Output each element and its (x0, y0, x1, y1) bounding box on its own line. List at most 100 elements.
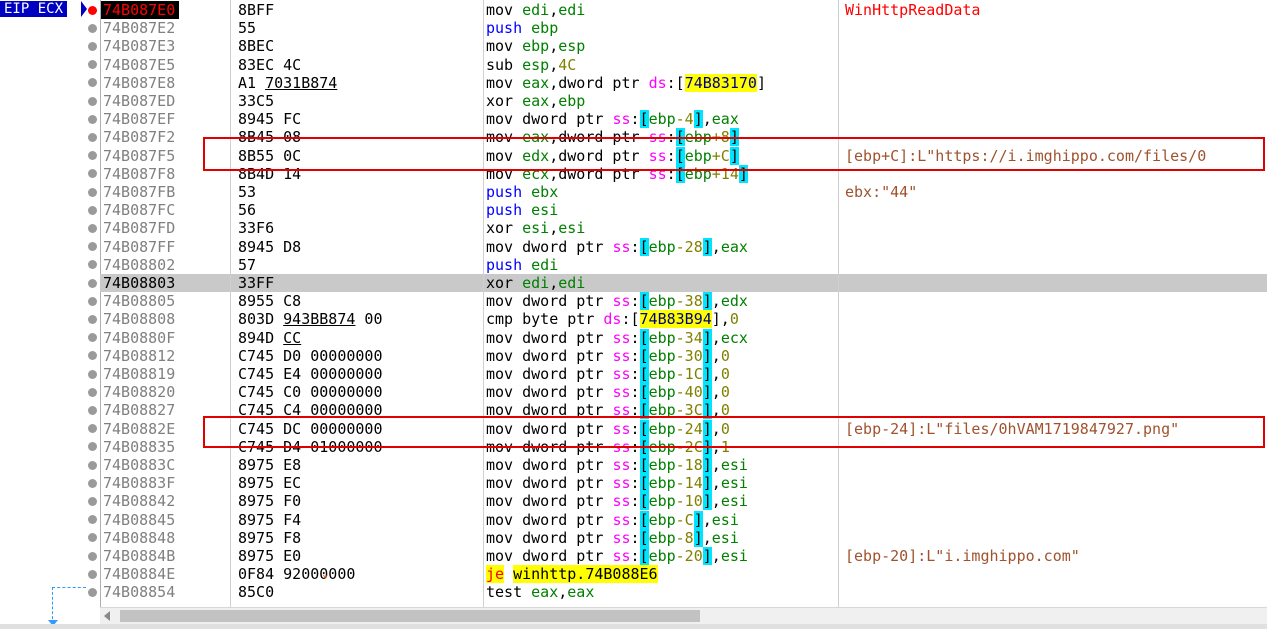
asm-token: : (630, 237, 640, 256)
disasm-row[interactable]: 74B087E0 8BFF mov edi,edi WinHttpReadData (100, 1, 1267, 20)
disasm-row[interactable]: 74B0883F 8975 EC mov dword ptr ss:[ebp-14]… (100, 474, 1267, 493)
disasm-row[interactable]: 74B087F2 8B45 08 mov eax,dword ptr ss:[ebp… (100, 128, 1267, 147)
disasm-row[interactable]: 74B08827 C745 C4 00000000 mov dword ptr ss… (100, 401, 1267, 420)
row-instruction: mov dword ptr ss:[ebp-C],esi (486, 510, 739, 529)
disasm-row[interactable]: 74B08803 33FF xor edi,edi (100, 274, 1267, 293)
asm-token: 0 (729, 310, 739, 329)
asm-token: ss (612, 474, 631, 493)
disasm-row[interactable]: 74B0883C 8975 E8 mov dword ptr ss:[ebp-18]… (100, 456, 1267, 474)
disasm-row[interactable]: 74B0880F 894D CC mov dword ptr ss:[ebp-34]… (100, 328, 1267, 347)
asm-token (513, 474, 522, 492)
row-instruction: xor edi,edi (486, 274, 585, 292)
disasm-row[interactable]: 74B08845 8975 F4 mov dword ptr ss:[ebp-C],… (100, 510, 1267, 529)
disasm-row[interactable]: 74B087E2 55 push ebp (100, 19, 1267, 37)
breakpoint-dot-icon[interactable] (88, 260, 97, 270)
breakpoint-dot-icon[interactable] (88, 114, 97, 124)
disasm-row[interactable]: 74B087ED 33C5 xor eax,ebp (100, 92, 1267, 110)
asm-token: winhttp.74B088E6 (513, 565, 658, 584)
row-instruction: xor esi,esi (486, 219, 585, 237)
breakpoint-dot-icon[interactable] (88, 169, 97, 179)
horizontal-scrollbar[interactable] (100, 607, 1267, 625)
disasm-row[interactable]: 74B08854 85C0 test eax,eax (100, 583, 1267, 601)
breakpoint-dot-icon[interactable] (88, 187, 97, 197)
breakpoint-dot-icon[interactable] (88, 333, 97, 343)
disasm-row[interactable]: 74B087FC 56 push esi (100, 201, 1267, 219)
asm-token: eax (522, 73, 550, 92)
disasm-row[interactable]: 74B08808 803D 943BB874 00 cmp byte ptr ds:… (100, 310, 1267, 329)
disasm-row[interactable]: 74B087E3 8BEC mov ebp,esp (100, 37, 1267, 55)
breakpoint-dot-icon[interactable] (88, 314, 97, 324)
breakpoint-dot-icon[interactable] (88, 587, 97, 597)
asm-token: ] (702, 492, 712, 511)
breakpoint-dot-icon[interactable] (88, 551, 97, 561)
breakpoint-dot-icon[interactable] (88, 151, 97, 161)
breakpoint-dot-icon[interactable] (88, 78, 97, 88)
asm-token: +8 (711, 128, 730, 147)
breakpoint-dot-icon[interactable] (88, 132, 97, 142)
breakpoint-dot-icon[interactable] (88, 23, 97, 33)
disasm-row[interactable]: 74B087FB 53 push ebx ebx:"44" (100, 183, 1267, 201)
disasm-row[interactable]: 74B087F8 8B4D 14 mov ecx,dword ptr ss:[ebp… (100, 164, 1267, 183)
breakpoint-dot-icon[interactable] (88, 242, 97, 252)
disasm-row[interactable]: 74B0884B 8975 E0 mov dword ptr ss:[ebp-20]… (100, 547, 1267, 565)
breakpoint-dot-icon[interactable] (88, 205, 97, 215)
breakpoint-dot-icon[interactable] (88, 424, 97, 434)
disasm-row[interactable]: 74B08820 C745 C0 00000000 mov dword ptr ss… (100, 383, 1267, 402)
breakpoint-dot-icon[interactable] (88, 278, 97, 288)
disasm-row[interactable]: 74B087F5 8B55 0C mov edx,dword ptr ss:[ebp… (100, 146, 1267, 165)
breakpoint-dot-icon[interactable] (88, 369, 97, 379)
breakpoint-dot-icon[interactable] (88, 533, 97, 543)
asm-token: 74B83B94 (639, 310, 712, 329)
breakpoint-dot-icon[interactable] (88, 478, 97, 488)
asm-token: -C (675, 510, 694, 529)
breakpoint-dot-icon[interactable] (88, 442, 97, 452)
breakpoint-dot-icon[interactable] (88, 569, 97, 579)
asm-token (513, 238, 522, 256)
asm-token: 74B83170 (684, 73, 757, 92)
disasm-row[interactable]: 74B087E8 A1 7031B874 mov eax,dword ptr ds:… (100, 73, 1267, 92)
breakpoint-dot-icon[interactable] (88, 405, 97, 415)
disasm-row[interactable]: 74B08805 8955 C8 mov dword ptr ss:[ebp-38]… (100, 292, 1267, 311)
scroll-left-arrow-icon[interactable] (104, 611, 110, 621)
asm-token: , (549, 146, 559, 165)
breakpoint-dot-icon[interactable] (88, 223, 97, 233)
disasm-row[interactable]: 74B087FF 8945 D8 mov dword ptr ss:[ebp-28]… (100, 237, 1267, 256)
asm-token (513, 329, 522, 347)
asm-token: ebp (648, 437, 676, 456)
disasm-row[interactable]: 74B087FD 33F6 xor esi,esi (100, 219, 1267, 237)
breakpoint-dot-icon[interactable] (88, 296, 97, 306)
scrollbar-thumb[interactable] (120, 610, 700, 622)
disasm-row[interactable]: 74B08819 C745 E4 00000000 mov dword ptr ss… (100, 365, 1267, 383)
row-bytes-text: 8B4D 14 (238, 164, 302, 183)
asm-token: :[ (666, 73, 685, 92)
disasm-row[interactable]: 74B087E5 83EC 4C sub esp,4C (100, 56, 1267, 74)
breakpoint-dot-icon[interactable] (88, 496, 97, 506)
disasm-row[interactable]: 74B087EF 8945 FC mov dword ptr ss:[ebp-4],… (100, 110, 1267, 129)
breakpoint-dot-icon[interactable] (88, 60, 97, 70)
disasm-row[interactable]: 74B08835 C745 D4 01000000 mov dword ptr ss… (100, 437, 1267, 456)
breakpoint-dot-icon[interactable] (88, 515, 97, 525)
row-address: 74B0884E (103, 565, 176, 584)
breakpoint-dot-icon[interactable] (88, 460, 97, 470)
row-instruction: cmp byte ptr ds:[74B83B94],0 (486, 310, 739, 329)
disasm-row[interactable]: 74B08848 8975 F8 mov dword ptr ss:[ebp-8],… (100, 528, 1267, 547)
asm-token: eax (522, 128, 550, 147)
row-address: 74B087E2 (103, 19, 176, 38)
disasm-row[interactable]: 74B08842 8975 F0 mov dword ptr ss:[ebp-10]… (100, 492, 1267, 511)
disasm-row[interactable]: 74B0884E 0F84 92000000 ⌄ je winhttp.74B088E… (100, 565, 1267, 584)
disasm-row[interactable]: 74B08802 57 push edi (100, 256, 1267, 274)
breakpoint-dot-icon[interactable] (88, 96, 97, 106)
breakpoint-dot-icon[interactable] (88, 41, 97, 51)
breakpoint-dot-icon[interactable] (88, 351, 97, 361)
row-bytes: C745 C4 00000000 (238, 401, 383, 419)
disassembly-view[interactable]: 74B087E0 8BFF mov edi,edi WinHttpReadData 74… (100, 0, 1267, 608)
disasm-row[interactable]: 74B08812 C745 D0 00000000 mov dword ptr ss… (100, 346, 1267, 365)
breakpoint-dot-icon[interactable] (88, 387, 97, 397)
asm-token (513, 37, 522, 55)
asm-token (513, 310, 522, 328)
row-bytes: 8B55 0C (238, 147, 301, 165)
asm-token: 0 (720, 419, 730, 438)
breakpoint-dot-icon[interactable] (88, 5, 97, 15)
row-bytes-text: 33FF (238, 274, 275, 292)
disasm-row[interactable]: 74B0882E C745 DC 00000000 mov dword ptr ss… (100, 419, 1267, 438)
